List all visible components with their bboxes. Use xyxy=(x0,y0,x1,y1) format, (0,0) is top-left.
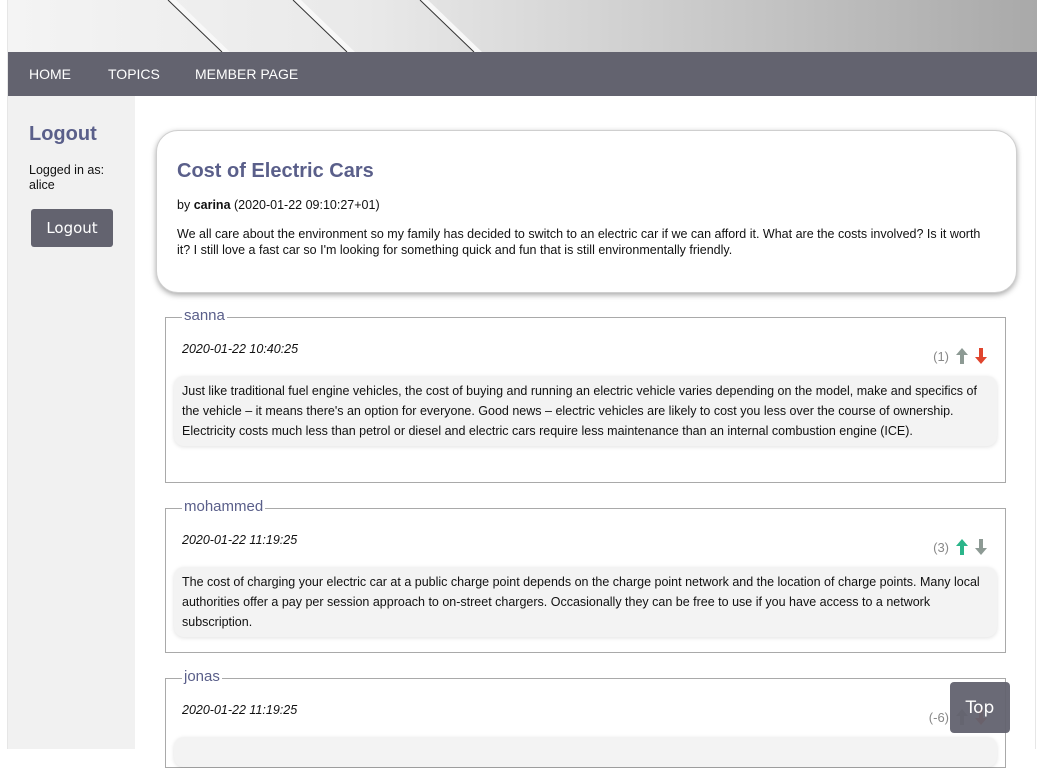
sidebar: Logout Logged in as: alice Logout xyxy=(8,96,135,749)
page: HOME TOPICS MEMBER PAGE Logout Logged in… xyxy=(7,0,1037,768)
downvote-arrow-icon[interactable] xyxy=(973,537,989,557)
vote-count: (1) xyxy=(933,348,949,364)
login-username: alice xyxy=(29,178,55,192)
vote-controls: (3) xyxy=(933,537,989,557)
topic-title: Cost of Electric Cars xyxy=(177,160,374,182)
topic-body: We all care about the environment so my … xyxy=(177,227,981,257)
reply-date: 2020-01-22 11:19:25 xyxy=(182,533,298,547)
vote-count: (-6) xyxy=(928,709,949,725)
vote-count: (3) xyxy=(933,539,949,555)
nav-home[interactable]: HOME xyxy=(29,66,71,82)
topic-meta: by carina (2020-01-22 09:10:27+01) xyxy=(177,198,380,212)
nav-topics[interactable]: TOPICS xyxy=(108,66,160,82)
topic-timestamp: (2020-01-22 09:10:27+01) xyxy=(234,198,380,212)
upvote-arrow-icon[interactable] xyxy=(954,537,970,557)
topic-author: carina xyxy=(193,198,231,212)
topic-by-label: by xyxy=(177,198,191,212)
reply-body: Just like traditional fuel engine vehicl… xyxy=(174,376,997,446)
back-to-top-button[interactable]: Top xyxy=(950,682,1010,733)
upvote-arrow-icon[interactable] xyxy=(954,346,970,366)
login-status-label: Logged in as: xyxy=(29,163,105,177)
reply-card: sanna 2020-01-22 10:40:25 (1) Just like … xyxy=(165,307,1006,483)
nav-member-page[interactable]: MEMBER PAGE xyxy=(195,66,298,82)
reply-author: sanna xyxy=(182,307,227,324)
login-status: Logged in as: alice xyxy=(29,163,129,193)
header-banner xyxy=(8,0,1037,52)
banner-graphic xyxy=(167,0,482,52)
downvote-arrow-icon[interactable] xyxy=(973,346,989,366)
reply-body: The cost of charging your electric car a… xyxy=(174,567,997,637)
vote-controls: (1) xyxy=(933,346,989,366)
logout-button[interactable]: Logout xyxy=(31,209,113,247)
topic-card: Cost of Electric Cars by carina (2020-01… xyxy=(156,130,1017,293)
reply-date: 2020-01-22 10:40:25 xyxy=(182,342,299,356)
sidebar-title: Logout xyxy=(29,123,97,145)
reply-author: jonas xyxy=(182,668,222,685)
reply-date: 2020-01-22 11:19:25 xyxy=(182,703,298,717)
main-nav: HOME TOPICS MEMBER PAGE xyxy=(8,52,1037,96)
reply-card: mohammed 2020-01-22 11:19:25 (3) The cos… xyxy=(165,498,1006,653)
reply-body xyxy=(174,737,997,767)
reply-author: mohammed xyxy=(182,498,266,515)
reply-card: jonas 2020-01-22 11:19:25 (-6) xyxy=(165,668,1006,768)
